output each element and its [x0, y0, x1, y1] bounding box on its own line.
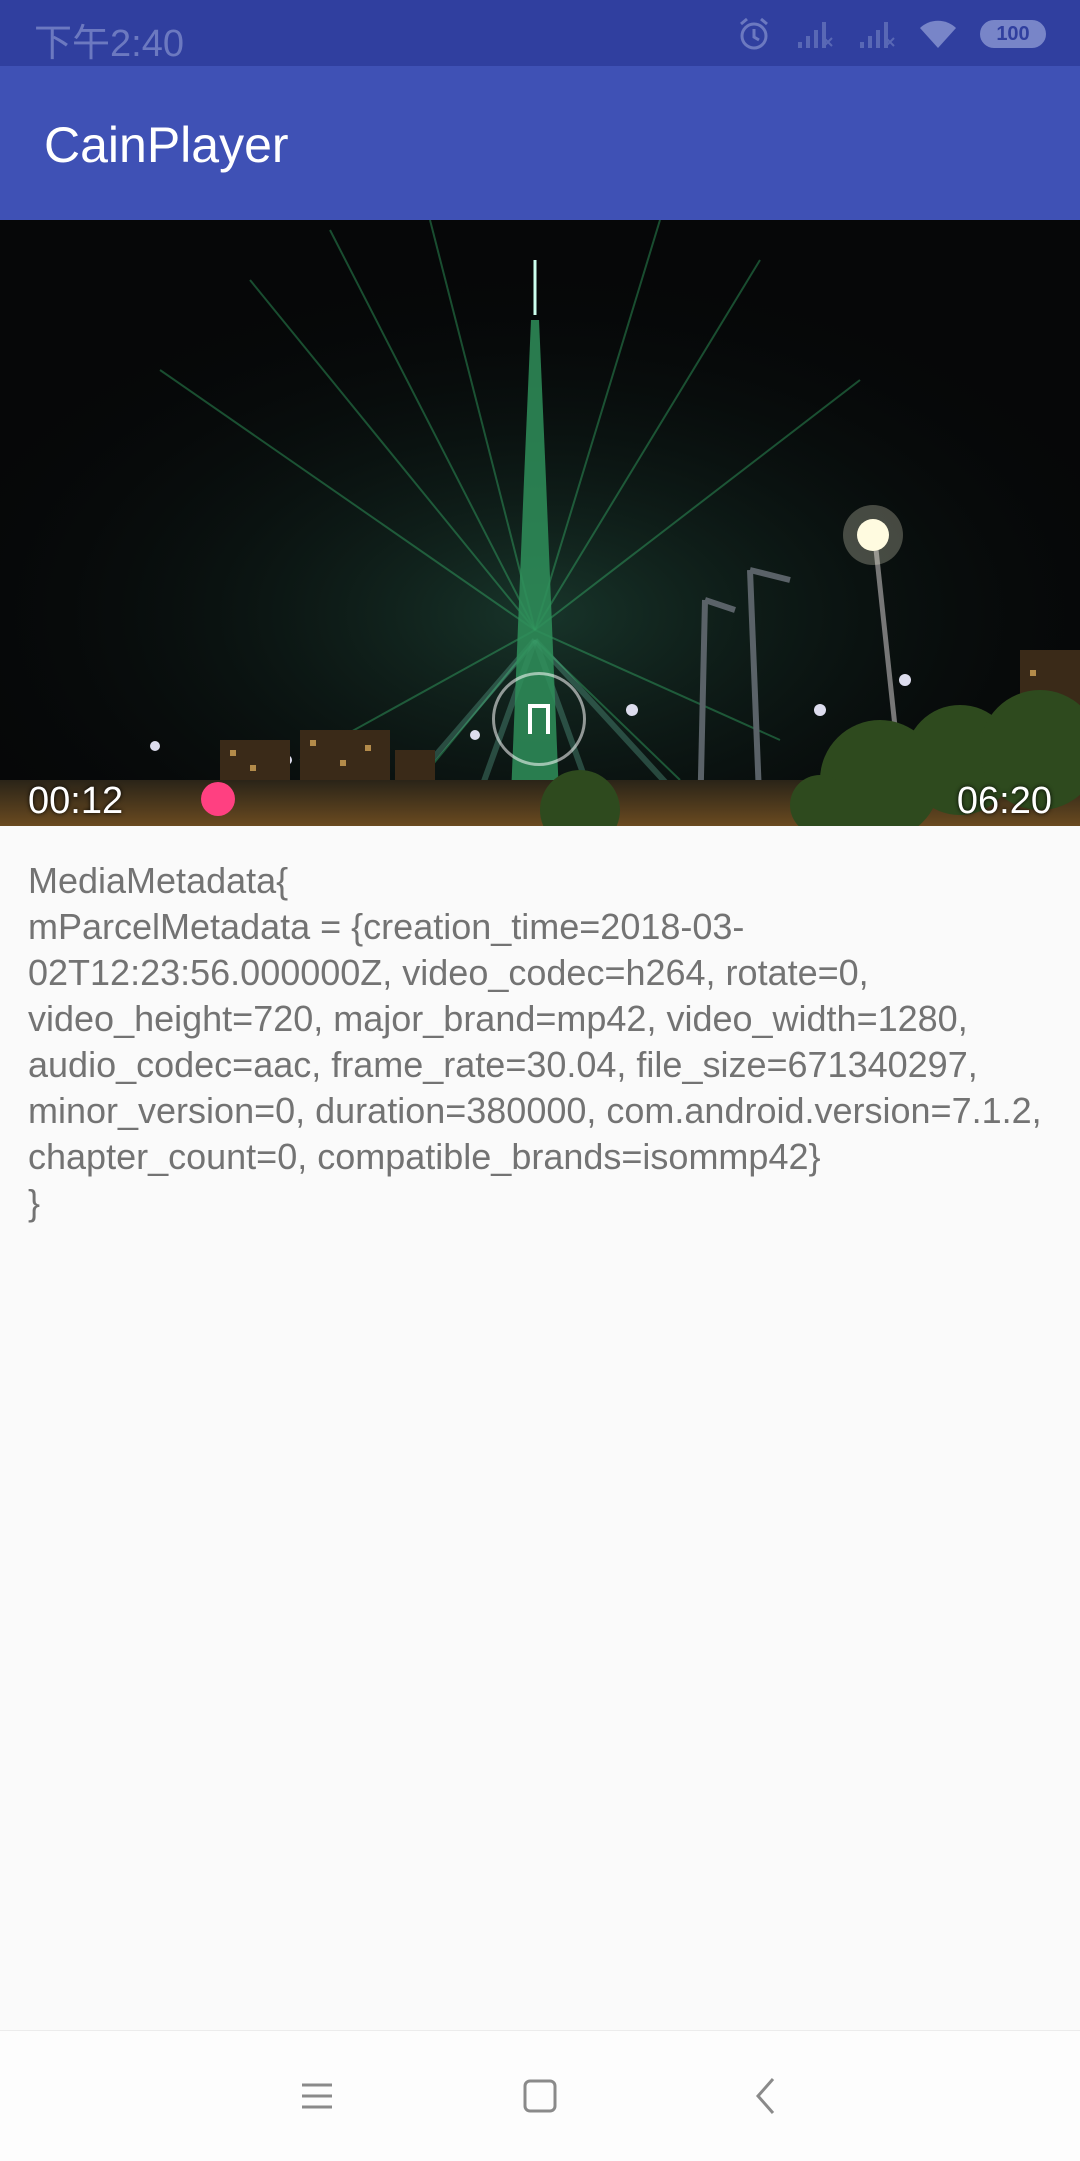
wifi-icon — [918, 18, 958, 50]
signal-icon — [794, 18, 834, 50]
pause-icon — [528, 704, 550, 734]
navigation-bar — [0, 2030, 1080, 2161]
status-icons: 100 — [736, 12, 1046, 56]
home-icon — [523, 2079, 557, 2113]
pause-button[interactable] — [492, 672, 586, 766]
signal-icon — [856, 18, 896, 50]
alarm-icon — [736, 16, 772, 52]
video-player[interactable]: 00:12 06:20 — [0, 220, 1080, 826]
back-button[interactable] — [744, 2073, 790, 2119]
media-metadata-text: MediaMetadata{ mParcelMetadata = {creati… — [28, 860, 1042, 1223]
status-time: 下午2:40 — [34, 23, 184, 65]
menu-button[interactable] — [294, 2073, 340, 2119]
total-time: 06:20 — [956, 780, 1052, 822]
app-title: CainPlayer — [44, 117, 289, 173]
menu-icon — [302, 2083, 332, 2109]
seek-bar-thumb[interactable] — [201, 782, 235, 816]
status-bar: 下午2:40 100 — [0, 0, 1080, 66]
app-bar: CainPlayer — [0, 66, 1080, 220]
back-icon — [755, 2078, 775, 2114]
current-time: 00:12 — [28, 780, 124, 822]
battery-icon: 100 — [980, 20, 1046, 48]
home-button[interactable] — [517, 2073, 563, 2119]
